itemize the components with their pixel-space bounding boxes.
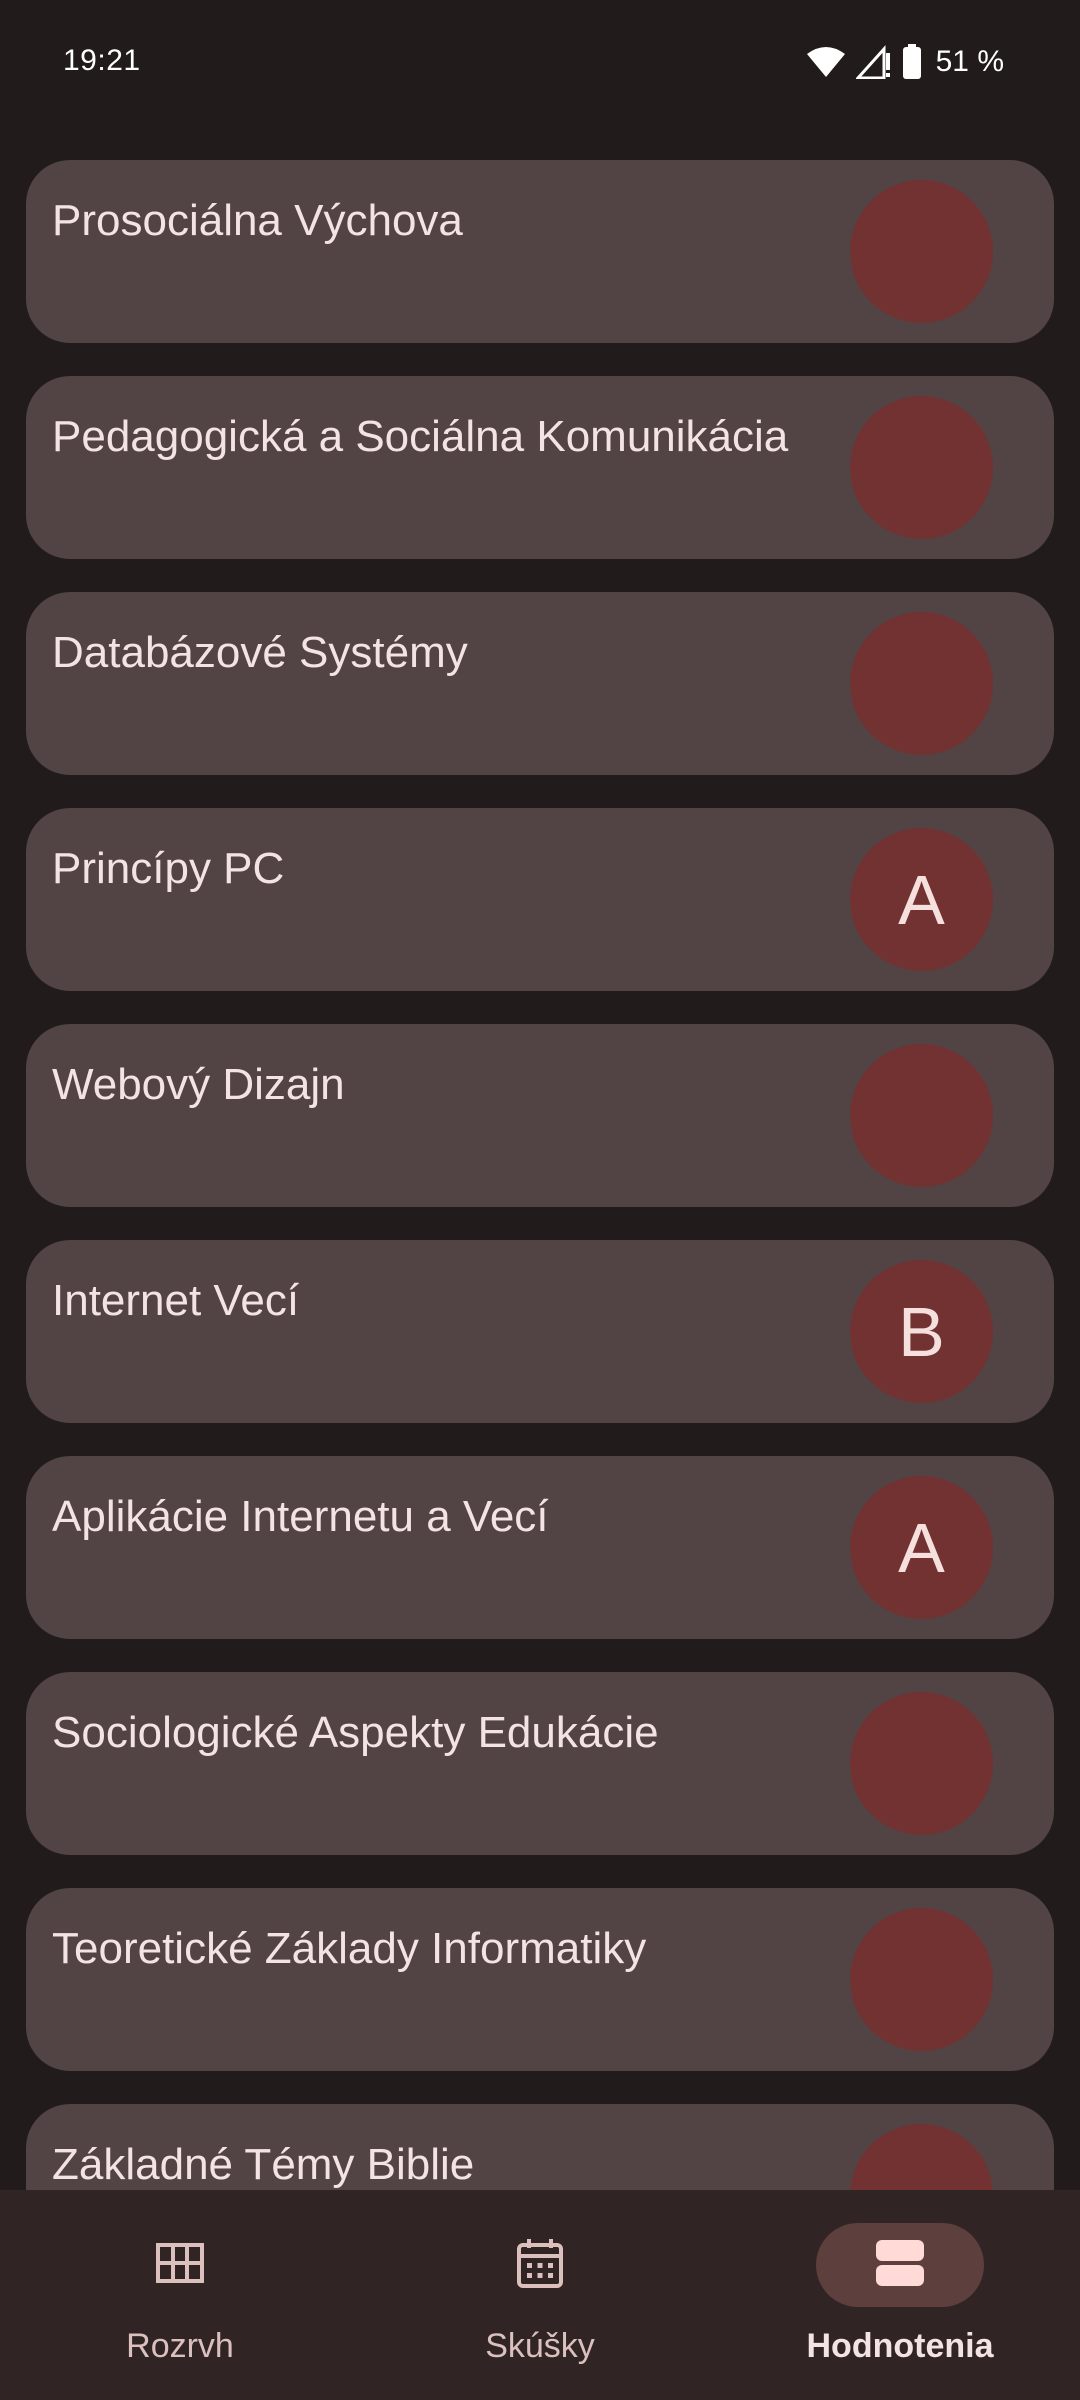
nav-item-hodnotenia[interactable]: Hodnotenia xyxy=(720,2190,1080,2400)
subject-card[interactable]: Teoretické Základy Informatiky xyxy=(26,1888,1054,2071)
bottom-navigation: Rozrvh Skúšky Hodnotenia xyxy=(0,2190,1080,2400)
grade-badge: B xyxy=(850,1260,993,1403)
battery-percent: 51 % xyxy=(935,45,1004,78)
subject-card[interactable]: Aplikácie Internetu a Vecí A xyxy=(26,1456,1054,1639)
subject-card[interactable]: Pedagogická a Sociálna Komunikácia xyxy=(26,376,1054,559)
subject-card[interactable]: Databázové Systémy xyxy=(26,592,1054,775)
subject-name: Základné Témy Biblie xyxy=(52,2140,475,2189)
subject-name: Teoretické Základy Informatiky xyxy=(52,1924,647,1973)
status-bar: 19:21 51 % xyxy=(0,0,1080,126)
grade-badge xyxy=(850,612,993,755)
grade-badge xyxy=(850,396,993,539)
grid-icon xyxy=(156,2242,204,2288)
grade-badge xyxy=(850,1908,993,2051)
subject-name: Sociologické Aspekty Edukácie xyxy=(52,1708,659,1757)
subject-card[interactable]: Sociologické Aspekty Edukácie xyxy=(26,1672,1054,1855)
subjects-list[interactable]: Prosociálna Výchova Pedagogická a Sociál… xyxy=(26,160,1054,2320)
signal-icon xyxy=(855,45,892,79)
subject-name: Princípy PC xyxy=(52,844,285,893)
grade-badge xyxy=(850,1044,993,1187)
nav-label: Skúšky xyxy=(485,2327,595,2365)
subject-card[interactable]: Prosociálna Výchova xyxy=(26,160,1054,343)
grade-badge: A xyxy=(850,1476,993,1619)
grade-badge xyxy=(850,180,993,323)
subject-name: Pedagogická a Sociálna Komunikácia xyxy=(52,412,789,461)
calendar-icon xyxy=(516,2237,564,2294)
wifi-icon xyxy=(806,46,846,78)
nav-icon-container xyxy=(96,2223,264,2307)
subject-card[interactable]: Internet Vecí B xyxy=(26,1240,1054,1423)
subject-name: Aplikácie Internetu a Vecí xyxy=(52,1492,549,1541)
nav-item-rozvrh[interactable]: Rozrvh xyxy=(0,2190,360,2400)
grade-badge: A xyxy=(850,828,993,971)
nav-label: Rozrvh xyxy=(126,2327,234,2365)
grade-badge xyxy=(850,1692,993,1835)
nav-icon-container xyxy=(456,2223,624,2307)
status-time: 19:21 xyxy=(63,44,141,77)
nav-icon-container xyxy=(816,2223,984,2307)
view-agenda-icon xyxy=(875,2239,925,2292)
status-icons: 51 % xyxy=(806,42,1004,82)
nav-item-skusky[interactable]: Skúšky xyxy=(360,2190,720,2400)
subject-card[interactable]: Princípy PC A xyxy=(26,808,1054,991)
subject-name: Webový Dizajn xyxy=(52,1060,345,1109)
nav-label: Hodnotenia xyxy=(806,2327,994,2365)
subject-card[interactable]: Webový Dizajn xyxy=(26,1024,1054,1207)
subject-name: Prosociálna Výchova xyxy=(52,196,463,245)
subject-name: Databázové Systémy xyxy=(52,628,468,677)
screen: 19:21 51 % Prosociálna Výchova Pedagogic… xyxy=(0,0,1080,2400)
subject-name: Internet Vecí xyxy=(52,1276,300,1325)
battery-icon xyxy=(902,44,922,80)
